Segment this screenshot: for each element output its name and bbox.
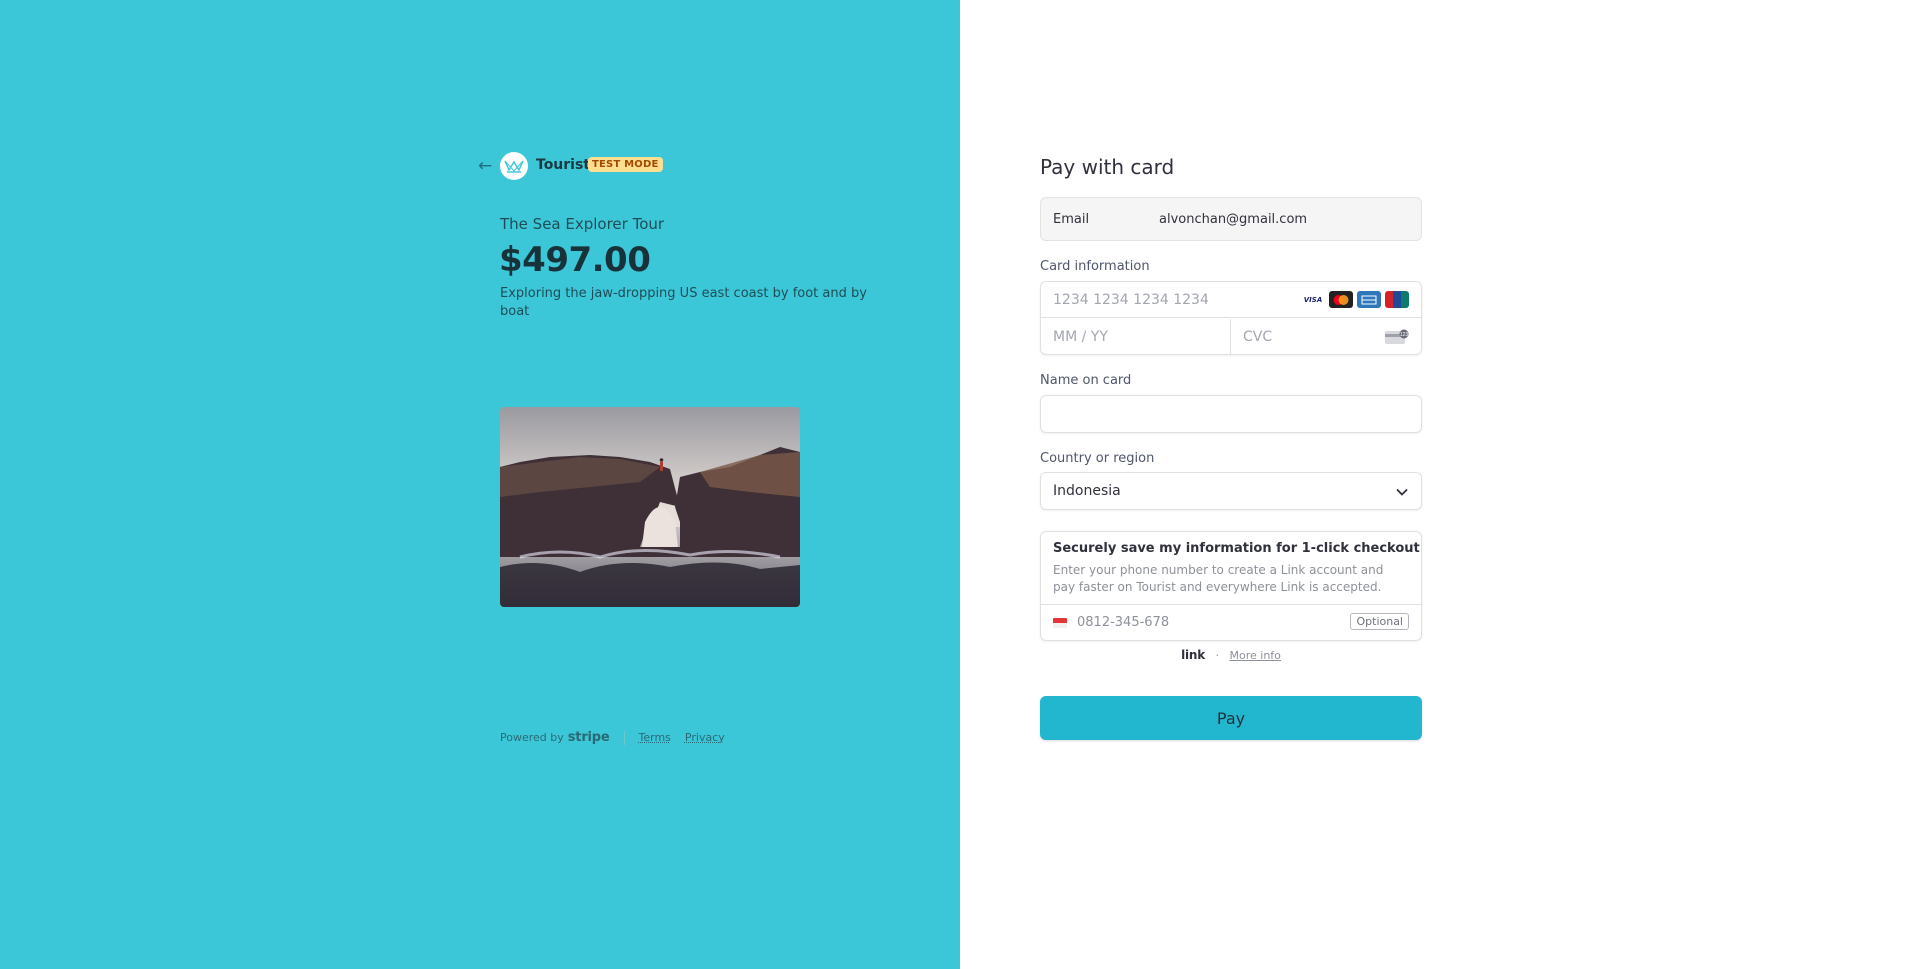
cvc-card-icon: 123	[1385, 329, 1409, 344]
expiry-input[interactable]: MM / YY	[1041, 319, 1231, 355]
card-info-label: Card information	[1040, 259, 1150, 274]
email-field: Email alvonchan@gmail.com	[1040, 197, 1422, 241]
optional-badge: Optional	[1350, 613, 1409, 630]
product-price: $497.00	[499, 240, 651, 280]
email-value: alvonchan@gmail.com	[1159, 211, 1308, 227]
back-arrow-icon[interactable]: ←	[478, 156, 498, 176]
test-mode-badge: TEST MODE	[588, 157, 663, 172]
svg-text:123: 123	[1400, 332, 1409, 338]
name-on-card-label: Name on card	[1040, 373, 1132, 388]
sea-arch-photo	[500, 407, 800, 607]
link-save-info: Securely save my information for 1-click…	[1040, 531, 1422, 641]
powered-by-label: Powered by	[500, 731, 564, 744]
card-number-placeholder: 1234 1234 1234 1234	[1053, 291, 1209, 308]
product-image	[500, 407, 800, 607]
footer-divider	[623, 730, 625, 745]
form-title: Pay with card	[1040, 155, 1175, 179]
card-number-input[interactable]: 1234 1234 1234 1234 VISA	[1041, 282, 1421, 318]
card-details-row: MM / YY CVC 123	[1041, 319, 1421, 355]
expiry-placeholder: MM / YY	[1053, 329, 1108, 345]
checkout-footer: Powered by stripe Terms Privacy	[500, 730, 739, 745]
indonesia-flag-icon[interactable]	[1053, 617, 1067, 628]
link-logo: link	[1181, 648, 1206, 662]
unionpay-icon	[1385, 291, 1409, 308]
left-panel: ← Tourist TEST MODE The Sea Explorer Tou…	[0, 0, 960, 969]
amex-icon	[1357, 291, 1381, 308]
merchant-header: ← Tourist TEST MODE	[478, 152, 878, 180]
phone-input[interactable]: 0812-345-678 Optional	[1041, 604, 1421, 640]
link-title: Securely save my information for 1-click…	[1053, 541, 1420, 556]
card-brands: VISA	[1301, 291, 1409, 308]
pay-button[interactable]: Pay	[1040, 696, 1422, 740]
merchant-name: Tourist	[536, 157, 591, 173]
crown-icon	[504, 160, 524, 173]
cvc-input[interactable]: CVC 123	[1231, 319, 1421, 355]
email-label: Email	[1053, 211, 1090, 227]
product-name: The Sea Explorer Tour	[500, 215, 665, 233]
country-value: Indonesia	[1053, 483, 1121, 499]
more-info-link[interactable]: More info	[1230, 649, 1281, 662]
mastercard-icon	[1329, 291, 1353, 308]
product-summary: ← Tourist TEST MODE The Sea Explorer Tou…	[478, 152, 878, 745]
country-label: Country or region	[1040, 451, 1155, 466]
terms-link[interactable]: Terms	[639, 731, 671, 744]
merchant-logo	[500, 152, 528, 180]
link-subtitle: Enter your phone number to create a Link…	[1053, 563, 1384, 594]
phone-placeholder: 0812-345-678	[1077, 615, 1170, 630]
card-information-field: 1234 1234 1234 1234 VISA MM / YY CVC 123	[1040, 281, 1422, 355]
link-footer: link · More info	[1040, 648, 1422, 662]
visa-icon: VISA	[1301, 291, 1325, 308]
chevron-down-icon	[1396, 488, 1408, 496]
privacy-link[interactable]: Privacy	[685, 731, 725, 744]
name-on-card-input[interactable]	[1040, 395, 1422, 433]
country-select[interactable]: Indonesia	[1040, 472, 1422, 510]
product-description: Exploring the jaw-dropping US east coast…	[500, 286, 867, 319]
powered-by: Powered by stripe	[500, 730, 610, 745]
stripe-logo[interactable]: stripe	[568, 730, 610, 745]
link-separator: ·	[1215, 649, 1220, 662]
cvc-placeholder: CVC	[1243, 329, 1273, 345]
